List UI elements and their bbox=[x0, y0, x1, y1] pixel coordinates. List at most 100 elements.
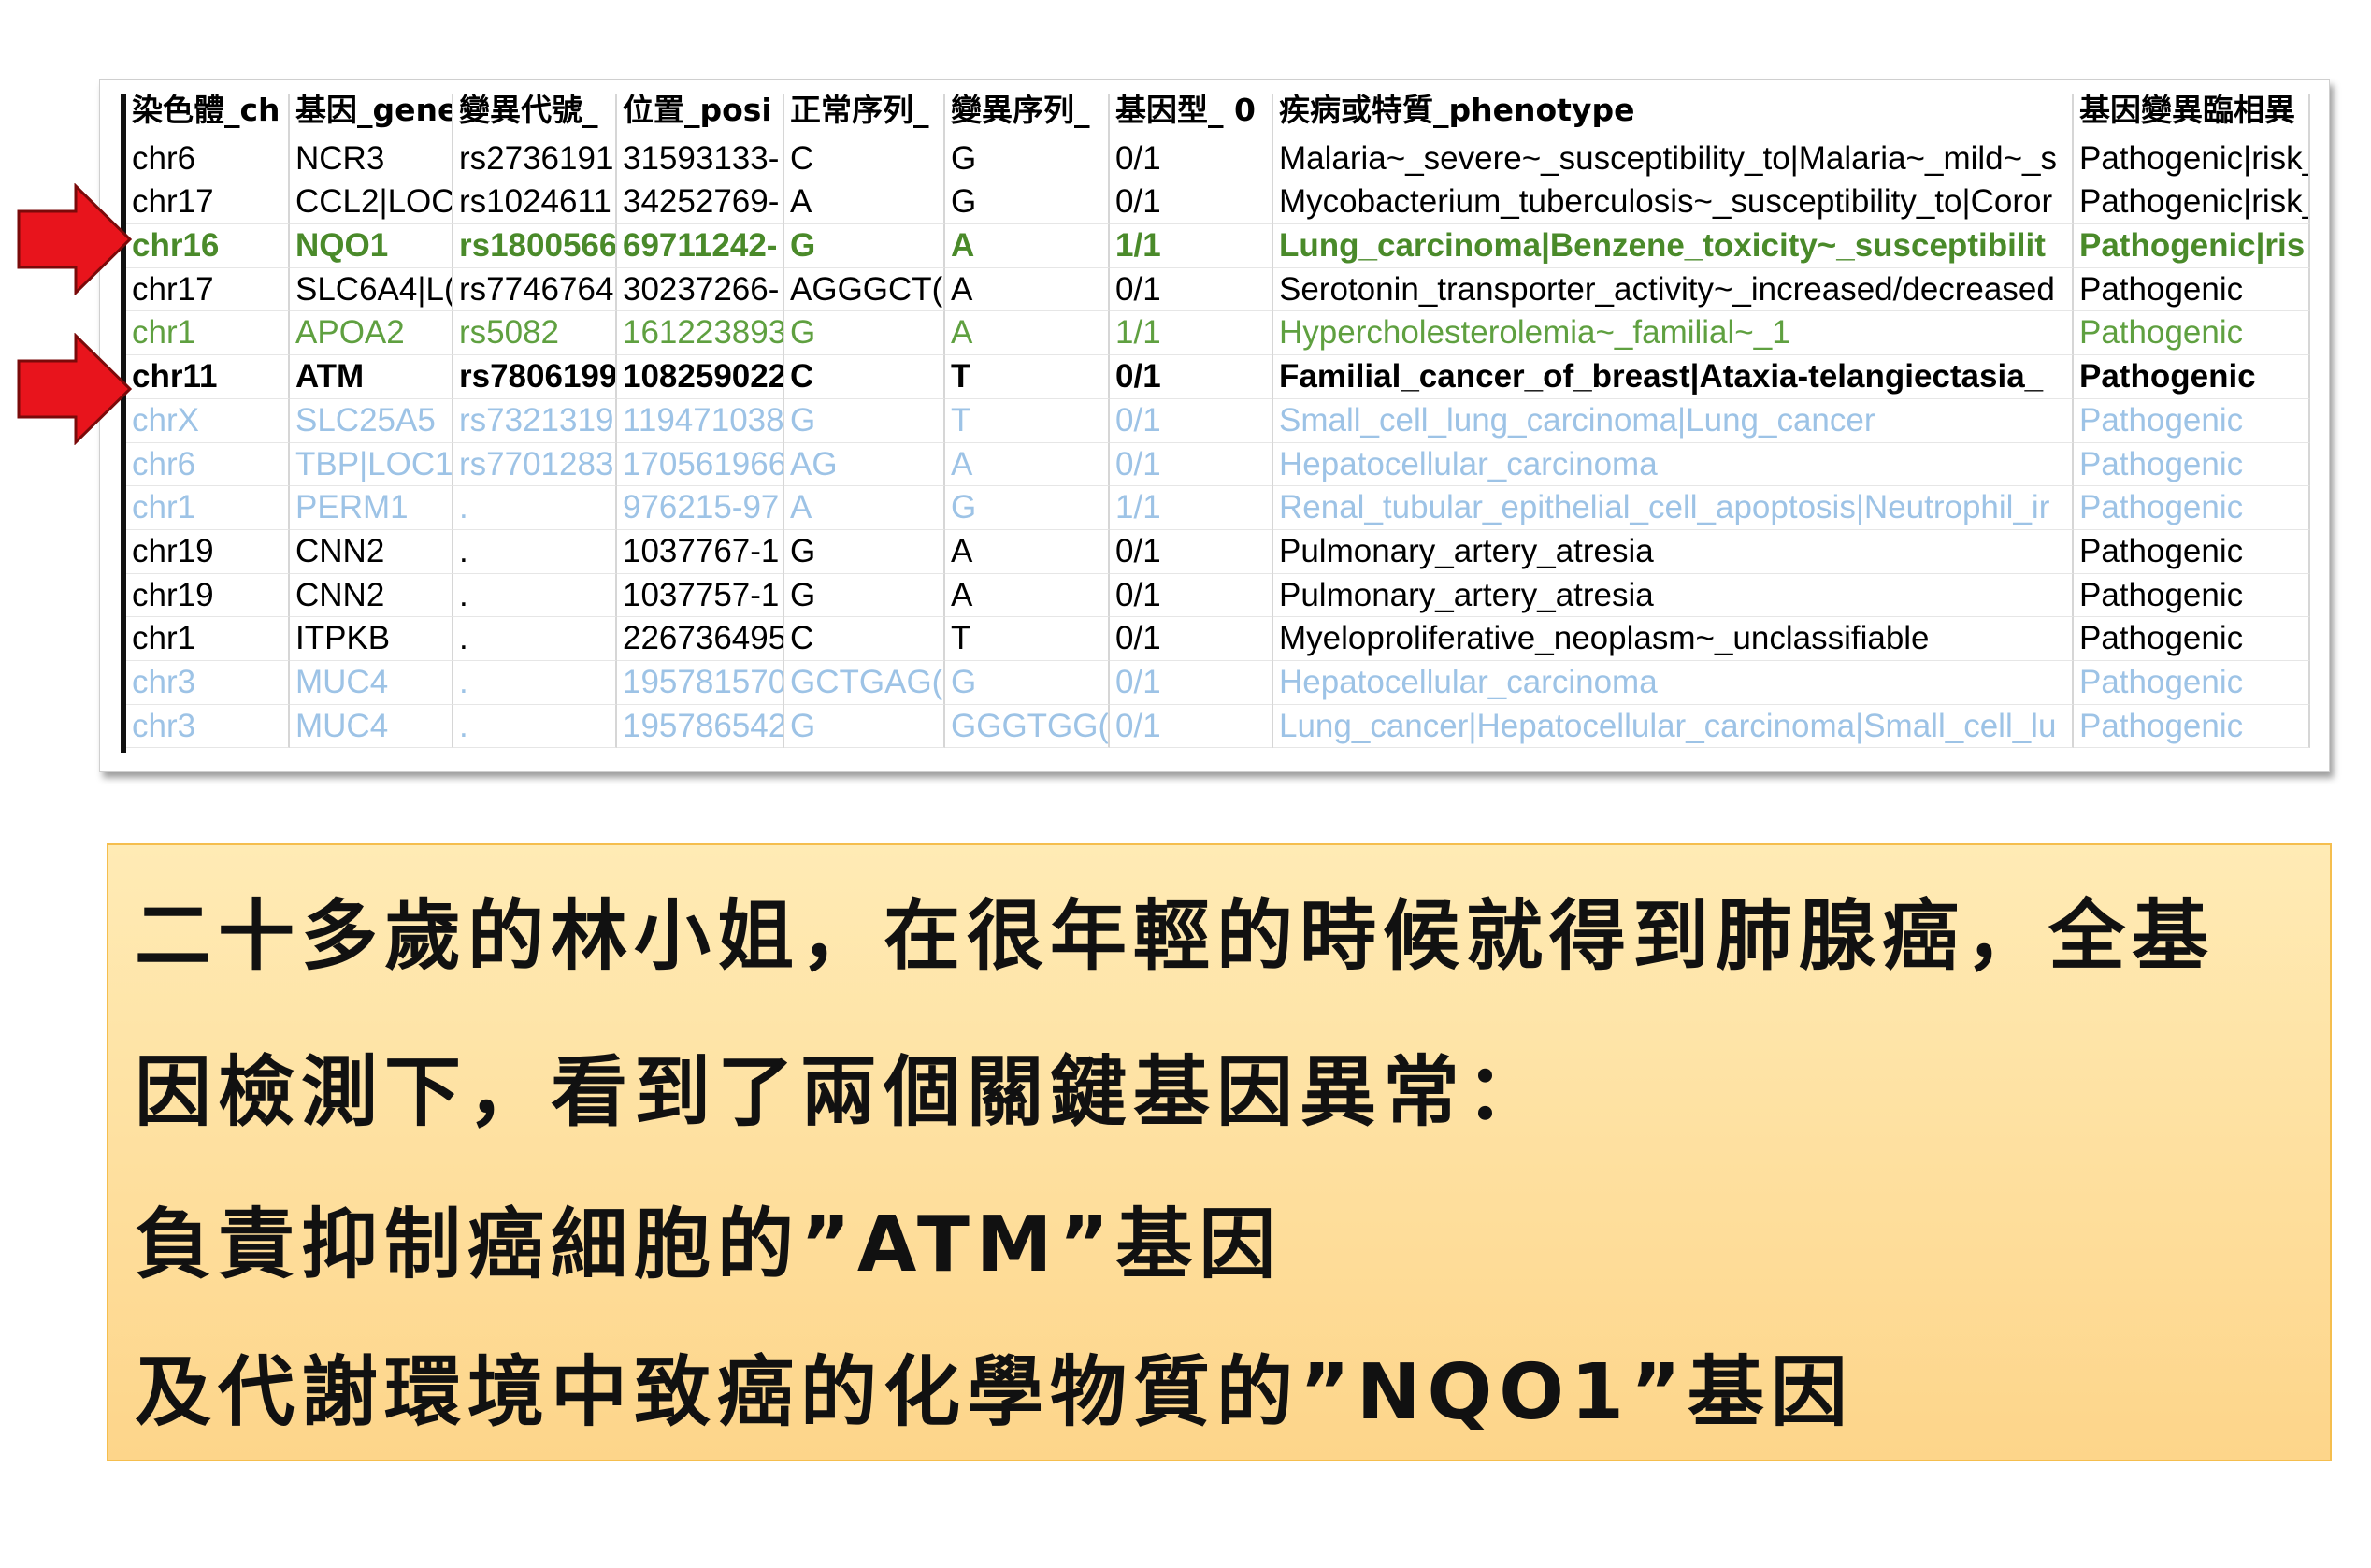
table-cell: T bbox=[945, 617, 1110, 661]
table-cell: rs1024611 bbox=[453, 180, 617, 225]
red-arrow-icon bbox=[17, 333, 133, 445]
table-cell: Lung_cancer|Hepatocellular_carcinoma|Sma… bbox=[1273, 704, 2074, 749]
header-row: 染色體_ch 基因_gene 變異代號_ 位置_posi 正常序列_ 變異序列_ 基因型_ … bbox=[126, 94, 2310, 137]
table-cell: AG bbox=[784, 442, 945, 487]
table-cell: Pathogenic bbox=[2074, 704, 2310, 749]
table-cell: G bbox=[945, 660, 1110, 705]
table-cell: 195786542 bbox=[617, 704, 784, 749]
table-cell: rs2736191 bbox=[453, 137, 617, 181]
table-cell: C bbox=[784, 137, 945, 181]
table-cell: Hepatocellular_carcinoma bbox=[1273, 442, 2074, 487]
column-header: 基因型_ 0 bbox=[1110, 94, 1273, 137]
table-cell: chr19 bbox=[126, 573, 290, 618]
table-cell: rs7746764 bbox=[453, 267, 617, 312]
table-row: chr19 CNN2. 1037757-1 G A 0/1 Pulmonary_artery… bbox=[126, 573, 2310, 618]
column-header-label: 基因變異臨相異 bbox=[2079, 94, 2295, 128]
column-header-label: 正常序列_ bbox=[790, 94, 929, 128]
table-cell: Pathogenic bbox=[2074, 660, 2310, 705]
table-cell: A bbox=[784, 180, 945, 225]
table-cell: MUC4 bbox=[290, 660, 453, 705]
table-row: chr3 MUC4. 195781570 GCTGAG(G 0/1 Hepatocellu… bbox=[126, 660, 2310, 705]
table-row: chr17 SLC6A4|L(rs7746764 30237266- AGGGCT(A… bbox=[126, 267, 2310, 312]
column-header: 疾病或特質_phenotype bbox=[1273, 94, 2074, 137]
sheet-grid: 染色體_ch 基因_gene 變異代號_ 位置_posi 正常序列_ 變異序列_ 基因型_ … bbox=[126, 94, 2310, 749]
column-header-label: 基因_gene bbox=[295, 94, 453, 128]
table-cell: SLC25A5 bbox=[290, 398, 453, 443]
table-cell: A bbox=[945, 442, 1110, 487]
table-cell: . bbox=[453, 486, 617, 530]
table-cell: AGGGCT( bbox=[784, 267, 945, 312]
table-row: chr16 NQO1 rs1800566 69711242- G A 1/1 Lung_car… bbox=[126, 224, 2310, 268]
table-cell: CNN2 bbox=[290, 529, 453, 574]
table-row: chr1 ITPKB. 226736495 C T 0/1 Myeloproliferati… bbox=[126, 617, 2310, 661]
table-cell: . bbox=[453, 704, 617, 749]
caption-line: 二十多歲的林小姐，在很年輕的時候就得到肺腺癌，全基 bbox=[135, 892, 2216, 981]
table-cell: A bbox=[945, 224, 1110, 268]
table-row: chr6 TBP|LOC1 rs7701283 170561966 AG A 0/1 Hepa… bbox=[126, 442, 2310, 487]
table-cell: 170561966 bbox=[617, 442, 784, 487]
table-cell: 976215-97 bbox=[617, 486, 784, 530]
table-cell: NCR3 bbox=[290, 137, 453, 181]
table-cell: GCTGAG( bbox=[784, 660, 945, 705]
table-row: chr3 MUC4. 195786542 G GGGTGG(0/1 Lung_cancer… bbox=[126, 704, 2310, 749]
red-arrow-icon bbox=[17, 183, 133, 295]
table-cell: 108259022 bbox=[617, 355, 784, 399]
table-cell: chr6 bbox=[126, 442, 290, 487]
table-cell: rs7321319 bbox=[453, 398, 617, 443]
table-row: chr1 APOA2 rs5082 161223893 G A 1/1 Hypercholes… bbox=[126, 311, 2310, 356]
table-cell: Pathogenic bbox=[2074, 529, 2310, 574]
table-cell: Small_cell_lung_carcinoma|Lung_cancer bbox=[1273, 398, 2074, 443]
column-header-label: 染色體_ch bbox=[132, 94, 280, 128]
table-cell: G bbox=[945, 180, 1110, 225]
table-row: chr19 CNN2. 1037767-1 G A 0/1 Pulmonary_artery… bbox=[126, 529, 2310, 574]
column-header: 染色體_ch bbox=[126, 94, 290, 137]
table-cell: Pulmonary_artery_atresia bbox=[1273, 529, 2074, 574]
table-cell: 30237266- bbox=[617, 267, 784, 312]
table-cell: 31593133- bbox=[617, 137, 784, 181]
table-cell: chr1 bbox=[126, 486, 290, 530]
table-cell: chr11 bbox=[126, 355, 290, 399]
table-cell: chr1 bbox=[126, 617, 290, 661]
table-cell: 1/1 bbox=[1110, 486, 1273, 530]
table-row: chr11 ATM rs7806199 108259022 C T 0/1 Familial_… bbox=[126, 355, 2310, 399]
table-cell: Familial_cancer_of_breast|Ataxia-telangi… bbox=[1273, 355, 2074, 399]
table-cell: 0/1 bbox=[1110, 137, 1273, 181]
table-cell: 0/1 bbox=[1110, 398, 1273, 443]
table-cell: 69711242- bbox=[617, 224, 784, 268]
table-cell: chr1 bbox=[126, 311, 290, 356]
table-cell: 1/1 bbox=[1110, 224, 1273, 268]
table-cell: G bbox=[784, 398, 945, 443]
column-header: 變異序列_ bbox=[945, 94, 1110, 137]
column-header: 基因_gene bbox=[290, 94, 453, 137]
column-header-label: 位置_posi bbox=[623, 94, 772, 128]
table-cell: 161223893 bbox=[617, 311, 784, 356]
table-cell: rs7806199 bbox=[453, 355, 617, 399]
table-cell: A bbox=[945, 267, 1110, 312]
table-cell: chr19 bbox=[126, 529, 290, 574]
table-cell: Myeloproliferative_neoplasm~_unclassifia… bbox=[1273, 617, 2074, 661]
table-cell: Serotonin_transporter_activity~_increase… bbox=[1273, 267, 2074, 312]
table-cell: A bbox=[784, 486, 945, 530]
table-cell: C bbox=[784, 355, 945, 399]
table-cell: G bbox=[784, 704, 945, 749]
table-cell: T bbox=[945, 398, 1110, 443]
table-cell: 0/1 bbox=[1110, 529, 1273, 574]
column-header: 基因變異臨相異 bbox=[2074, 94, 2310, 137]
table-cell: 119471038 bbox=[617, 398, 784, 443]
table-cell: Pathogenic bbox=[2074, 486, 2310, 530]
table-cell: . bbox=[453, 617, 617, 661]
table-cell: rs5082 bbox=[453, 311, 617, 356]
table-cell: Pulmonary_artery_atresia bbox=[1273, 573, 2074, 618]
column-header-label: 變異代號_ bbox=[459, 94, 598, 128]
table-cell: rs1800566 bbox=[453, 224, 617, 268]
table-cell: C bbox=[784, 617, 945, 661]
table-cell: . bbox=[453, 529, 617, 574]
table-row: chr6 NCR3 rs2736191 31593133- C G 0/1 Malaria~_… bbox=[126, 137, 2310, 181]
table-cell: NQO1 bbox=[290, 224, 453, 268]
table-cell: 226736495 bbox=[617, 617, 784, 661]
table-cell: chrX bbox=[126, 398, 290, 443]
table-cell: 1037757-1 bbox=[617, 573, 784, 618]
table-cell: 0/1 bbox=[1110, 660, 1273, 705]
table-cell: 1037767-1 bbox=[617, 529, 784, 574]
table-cell: G bbox=[784, 573, 945, 618]
